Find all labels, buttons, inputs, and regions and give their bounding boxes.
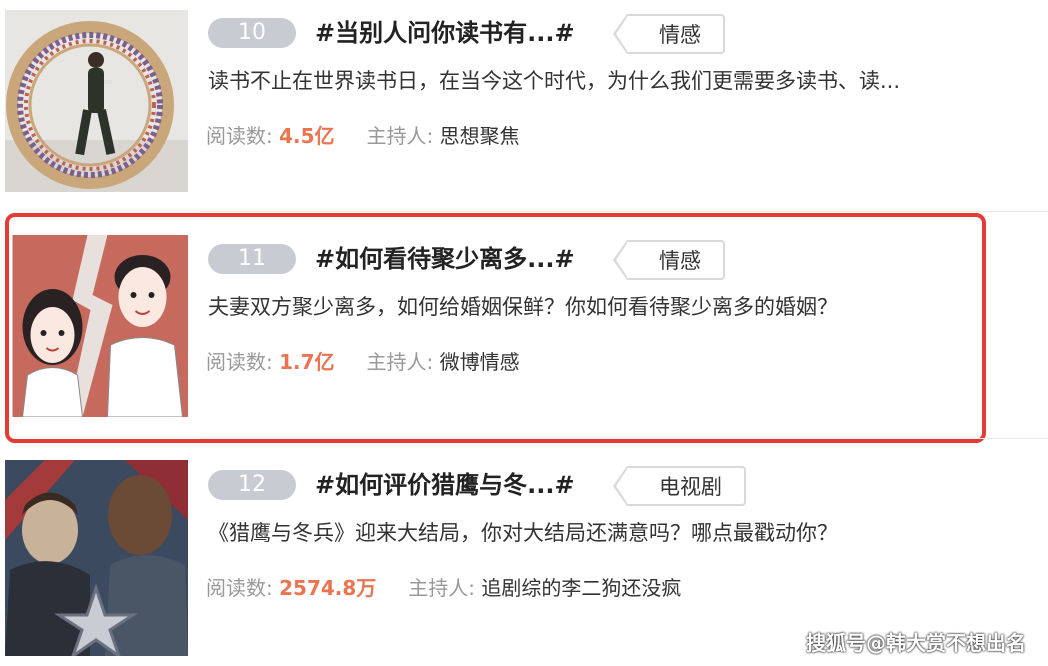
topic-title[interactable]: #当别人问你读书有...# (315, 16, 575, 50)
divider (200, 211, 1048, 212)
category-tag[interactable]: 电视剧 (613, 466, 746, 506)
watermark-text: 搜狐号@韩大赏不想出名 (806, 631, 1026, 655)
category-tag[interactable]: 情感 (613, 14, 725, 54)
highlight-box (5, 213, 986, 443)
host-label: 主持人: (366, 124, 440, 148)
topic-description: 《猎鹰与冬兵》迎来大结局，你对大结局还满意吗？哪点最戳动你？ (208, 521, 838, 545)
divider (200, 438, 1048, 439)
falcon-winter-soldier-poster-image (5, 460, 188, 656)
topic-item[interactable]: 10 #当别人问你读书有...# 情感 读书不止在世界读书日，在当今这个时代，为… (0, 0, 1048, 212)
read-count-label: 阅读数: (206, 124, 280, 148)
topic-title[interactable]: #如何评价猎鹰与冬...# (315, 468, 575, 502)
rank-badge: 10 (208, 18, 296, 48)
man-reading-in-book-wheel-image (5, 10, 188, 192)
topic-meta: 阅读数: 2574.8万 主持人: 追剧综的李二狗还没疯 (206, 573, 681, 603)
read-count-label: 阅读数: (206, 576, 280, 600)
read-count: 2574.8万 (279, 576, 377, 600)
rank-badge: 12 (208, 470, 296, 500)
host-label: 主持人: (408, 576, 482, 600)
topic-meta: 阅读数: 4.5亿 主持人: 思想聚焦 (206, 121, 520, 151)
host-name[interactable]: 追剧综的李二狗还没疯 (481, 576, 681, 600)
topic-description: 读书不止在世界读书日，在当今这个时代，为什么我们更需要多读书、读... (208, 69, 901, 93)
host-name[interactable]: 思想聚焦 (440, 124, 520, 148)
topic-thumbnail[interactable] (5, 10, 188, 192)
topic-thumbnail[interactable] (5, 460, 188, 656)
read-count: 4.5亿 (279, 124, 335, 148)
